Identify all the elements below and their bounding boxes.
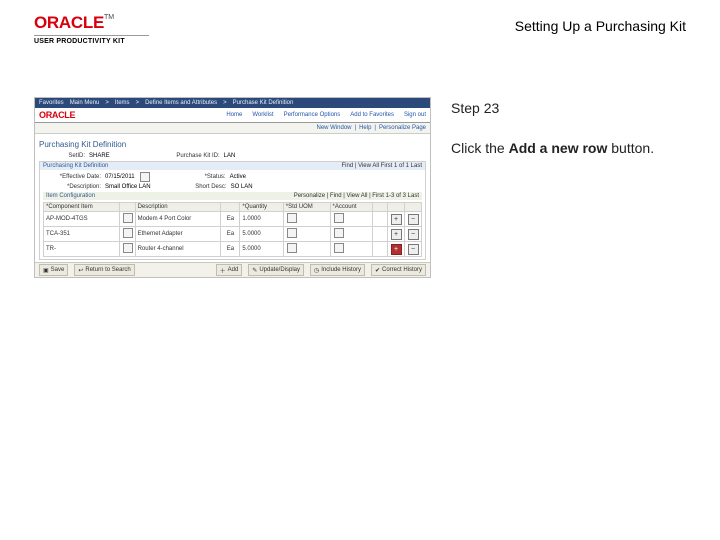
correct-icon: ✔ <box>375 267 380 274</box>
section1-title: Purchasing Kit Definition <box>43 163 108 169</box>
page-title: Purchasing Kit Definition <box>39 140 426 149</box>
correct-button[interactable]: ✔Correct History <box>371 264 426 276</box>
breadcrumb-bar: Favorites Main Menu > Items > Define Ite… <box>35 98 430 108</box>
delete-row-button[interactable]: − <box>408 214 419 225</box>
breadcrumb-items[interactable]: Items <box>115 100 130 106</box>
breadcrumb-main[interactable]: Main Menu <box>70 100 100 106</box>
add-row-button[interactable]: + <box>391 229 402 240</box>
setid-value: SHARE <box>89 153 110 159</box>
effdate-value[interactable]: 07/15/2011 <box>105 174 135 180</box>
table-row: TCA-351 Ethernet Adapter Ea 5.0000 + − <box>44 227 422 242</box>
effdate-label: *Effective Date: <box>43 174 101 180</box>
section2-title: Item Configuration <box>46 193 95 199</box>
link-worklist[interactable]: Worklist <box>252 112 273 118</box>
status-value[interactable]: Active <box>230 174 246 180</box>
col-uom: *Std UOM <box>283 203 330 212</box>
table-row: TR- Router 4-channel Ea 5.0000 + − <box>44 242 422 257</box>
col-desc: Description <box>135 203 221 212</box>
col-item: *Component Item <box>44 203 120 212</box>
add-row-button-highlighted[interactable]: + <box>391 244 402 255</box>
document-title: Setting Up a Purchasing Kit <box>515 14 686 34</box>
return-button[interactable]: ↩Return to Search <box>74 264 134 276</box>
plus-icon: ＋ <box>220 266 226 275</box>
embedded-app-screenshot: Favorites Main Menu > Items > Define Ite… <box>34 97 431 278</box>
table-row: AP-MOD-4TGS Modem 4 Port Color Ea 1.0000… <box>44 212 422 227</box>
setid-label: SetID: <box>39 153 85 159</box>
breadcrumb-kit[interactable]: Purchase Kit Definition <box>233 100 294 106</box>
calendar-icon[interactable] <box>140 172 150 182</box>
save-icon: ▣ <box>43 267 49 274</box>
delete-row-button[interactable]: − <box>408 229 419 240</box>
lookup-icon[interactable] <box>334 213 344 223</box>
link-personalize[interactable]: Personalize Page <box>379 125 426 131</box>
link-home[interactable]: Home <box>226 112 242 118</box>
return-icon: ↩ <box>78 267 83 274</box>
oracle-upk-logo: ORACLETM USER PRODUCTIVITY KIT <box>34 14 149 45</box>
history-button[interactable]: ◷Include History <box>310 264 365 276</box>
lookup-icon[interactable] <box>123 213 133 223</box>
desc-value[interactable]: Small Office LAN <box>105 184 151 190</box>
item-config-table: *Component Item Description *Quantity *S… <box>43 202 422 257</box>
link-help[interactable]: Help <box>359 125 371 131</box>
lookup-icon[interactable] <box>287 243 297 253</box>
section2-nav[interactable]: Personalize | Find | View All | First 1-… <box>294 193 419 199</box>
section1-nav[interactable]: Find | View All First 1 of 1 Last <box>342 163 422 169</box>
lookup-icon[interactable] <box>287 228 297 238</box>
col-qty: *Quantity <box>240 203 283 212</box>
status-label: *Status: <box>180 174 226 180</box>
col-acct: *Account <box>330 203 372 212</box>
save-button[interactable]: ▣Save <box>39 264 68 276</box>
lookup-icon[interactable] <box>123 243 133 253</box>
link-fav[interactable]: Add to Favorites <box>350 112 394 118</box>
lookup-icon[interactable] <box>287 213 297 223</box>
shortdesc-label: Short Desc: <box>181 184 227 190</box>
oracle-brand: ORACLE <box>39 110 75 120</box>
delete-row-button[interactable]: − <box>408 244 419 255</box>
link-signout[interactable]: Sign out <box>404 112 426 118</box>
pencil-icon: ✎ <box>252 267 257 274</box>
update-button[interactable]: ✎Update/Display <box>248 264 304 276</box>
instruction-panel: Step 23 Click the Add a new row button. <box>451 97 654 178</box>
lookup-icon[interactable] <box>334 243 344 253</box>
breadcrumb-favorites[interactable]: Favorites <box>39 100 64 106</box>
add-button[interactable]: ＋Add <box>216 264 243 276</box>
desc-label: *Description: <box>43 184 101 190</box>
history-icon: ◷ <box>314 267 319 274</box>
add-row-button[interactable]: + <box>391 214 402 225</box>
breadcrumb-define[interactable]: Define Items and Attributes <box>145 100 217 106</box>
shortdesc-value[interactable]: SO LAN <box>231 184 253 190</box>
kit-id-label: Purchase Kit ID: <box>150 153 220 159</box>
instruction-text: Click the Add a new row button. <box>451 137 654 159</box>
kit-id-value: LAN <box>224 153 236 159</box>
step-label: Step 23 <box>451 97 654 119</box>
lookup-icon[interactable] <box>123 228 133 238</box>
lookup-icon[interactable] <box>334 228 344 238</box>
link-new-window[interactable]: New Window <box>316 125 351 131</box>
link-perf[interactable]: Performance Options <box>284 112 341 118</box>
